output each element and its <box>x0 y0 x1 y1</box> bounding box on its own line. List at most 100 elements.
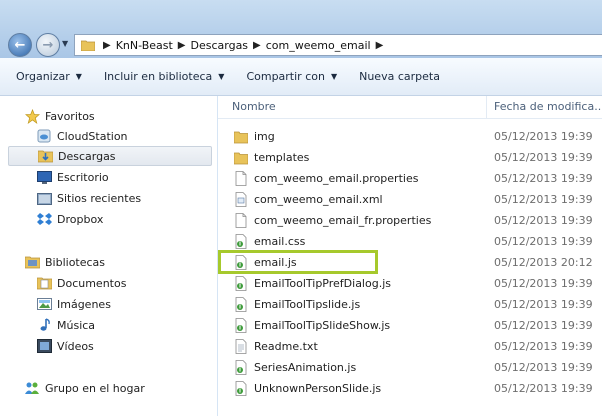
breadcrumb-descargas[interactable]: Descargas <box>191 39 249 52</box>
new-folder-label: Nueva carpeta <box>359 70 440 83</box>
file-name: com_weemo_email_fr.properties <box>254 214 432 227</box>
file-name: UnknownPersonSlide.js <box>254 382 382 395</box>
file-name: com_weemo_email.xml <box>254 193 383 206</box>
file-row[interactable]: Readme.txt 05/12/2013 19:39 <box>218 336 602 357</box>
file-date: 05/12/2013 19:39 <box>494 277 593 290</box>
nav-libraries[interactable]: Bibliotecas <box>24 252 105 272</box>
breadcrumb-separator[interactable]: ▶ <box>371 40 389 51</box>
nav-desktop-label: Escritorio <box>57 170 109 184</box>
cloud-icon <box>36 128 52 144</box>
organize-label: Organizar <box>16 70 70 83</box>
back-arrow-icon: ← <box>14 37 26 53</box>
nav-recent-places[interactable]: Sitios recientes <box>36 188 141 208</box>
libraries-icon <box>24 254 40 270</box>
file-name: Readme.txt <box>254 340 318 353</box>
chevron-down-icon: ▼ <box>75 72 82 81</box>
nav-homegroup-label: Grupo en el hogar <box>45 381 145 395</box>
file-row[interactable]: EmailToolTipslide.js 05/12/2013 19:39 <box>218 294 602 315</box>
file-name: templates <box>254 151 310 164</box>
script-file-icon <box>234 297 248 312</box>
file-date: 05/12/2013 19:39 <box>494 130 593 143</box>
nav-recent-places-label: Sitios recientes <box>57 191 142 205</box>
script-file-icon <box>234 234 248 249</box>
nav-music[interactable]: Música <box>36 315 95 335</box>
dropbox-icon <box>36 211 52 227</box>
images-icon <box>36 296 52 312</box>
breadcrumb-knn-beast[interactable]: KnN-Beast <box>116 39 173 52</box>
column-header-name[interactable]: Nombre <box>232 100 276 113</box>
nav-videos[interactable]: Vídeos <box>36 336 94 356</box>
command-bar: Organizar ▼ Incluir en biblioteca ▼ Comp… <box>0 58 602 96</box>
breadcrumb-separator[interactable]: ▶ <box>98 40 116 51</box>
xml-file-icon <box>234 192 248 207</box>
folder-icon <box>233 150 249 165</box>
nav-homegroup[interactable]: Grupo en el hogar <box>24 378 145 398</box>
include-in-library-button[interactable]: Incluir en biblioteca ▼ <box>96 65 233 89</box>
breadcrumb-separator[interactable]: ▶ <box>173 40 191 51</box>
downloads-folder-icon <box>37 148 53 164</box>
new-folder-button[interactable]: Nueva carpeta <box>351 65 448 89</box>
file-date: 05/12/2013 19:39 <box>494 172 593 185</box>
column-headers: Nombre Fecha de modifica... <box>218 96 602 119</box>
file-date: 05/12/2013 19:39 <box>494 382 593 395</box>
nav-libraries-label: Bibliotecas <box>45 255 106 269</box>
file-row[interactable]: UnknownPersonSlide.js 05/12/2013 19:39 <box>218 378 602 399</box>
title-bar: ← → ▼ ▶ KnN-Beast ▶ Descargas ▶ com_weem… <box>0 0 602 58</box>
video-film-icon <box>36 338 52 354</box>
nav-images-label: Imágenes <box>57 297 111 311</box>
share-with-button[interactable]: Compartir con ▼ <box>238 65 345 89</box>
nav-cloudstation[interactable]: CloudStation <box>36 126 128 146</box>
nav-images[interactable]: Imágenes <box>36 294 111 314</box>
script-file-icon <box>234 318 248 333</box>
breadcrumb-com-weemo-email[interactable]: com_weemo_email <box>266 39 371 52</box>
file-row[interactable]: com_weemo_email_fr.properties 05/12/2013 … <box>218 210 602 231</box>
music-note-icon <box>36 317 52 333</box>
forward-button[interactable]: → <box>36 33 60 57</box>
breadcrumb-separator[interactable]: ▶ <box>248 40 266 51</box>
file-date: 05/12/2013 19:39 <box>494 214 593 227</box>
nav-documents-label: Documentos <box>57 276 127 290</box>
file-row[interactable]: templates 05/12/2013 19:39 <box>218 147 602 168</box>
file-name: email.css <box>254 235 306 248</box>
file-row[interactable]: img 05/12/2013 19:39 <box>218 126 602 147</box>
column-header-date[interactable]: Fecha de modifica... <box>494 100 602 113</box>
nav-videos-label: Vídeos <box>57 339 94 353</box>
file-row[interactable]: SeriesAnimation.js 05/12/2013 19:39 <box>218 357 602 378</box>
file-name: img <box>254 130 275 143</box>
file-name: EmailToolTipPrefDialog.js <box>254 277 391 290</box>
file-date: 05/12/2013 19:39 <box>494 298 593 311</box>
file-date: 05/12/2013 19:39 <box>494 340 593 353</box>
file-name: EmailToolTipSlideShow.js <box>254 319 391 332</box>
text-file-icon <box>234 339 248 354</box>
homegroup-icon <box>24 380 40 396</box>
nav-desktop[interactable]: Escritorio <box>36 167 109 187</box>
column-divider[interactable] <box>486 96 487 118</box>
chevron-down-icon: ▼ <box>218 72 225 81</box>
file-row[interactable]: com_weemo_email.properties 05/12/2013 19:… <box>218 168 602 189</box>
file-row[interactable]: com_weemo_email.xml 05/12/2013 19:39 <box>218 189 602 210</box>
nav-dropbox[interactable]: Dropbox <box>36 209 103 229</box>
file-list: Nombre Fecha de modifica... img 05/12/201… <box>218 96 602 416</box>
file-date: 05/12/2013 19:39 <box>494 319 593 332</box>
file-row[interactable]: EmailToolTipPrefDialog.js 05/12/2013 19:3… <box>218 273 602 294</box>
script-file-icon <box>234 360 248 375</box>
recent-locations-dropdown[interactable]: ▼ <box>62 39 68 48</box>
forward-arrow-icon: → <box>42 37 54 53</box>
nav-downloads-selected[interactable]: Descargas <box>8 146 212 166</box>
nav-favorites[interactable]: Favoritos <box>24 106 95 126</box>
file-row[interactable]: EmailToolTipSlideShow.js 05/12/2013 19:39 <box>218 315 602 336</box>
organize-button[interactable]: Organizar ▼ <box>8 65 90 89</box>
script-file-icon <box>234 381 248 396</box>
nav-documents[interactable]: Documentos <box>36 273 126 293</box>
chevron-down-icon: ▼ <box>330 72 338 81</box>
nav-favorites-label: Favoritos <box>45 109 95 123</box>
file-date: 05/12/2013 19:39 <box>494 151 593 164</box>
script-file-icon <box>234 276 248 291</box>
file-name: SeriesAnimation.js <box>254 361 357 374</box>
recent-places-icon <box>36 190 52 206</box>
file-row[interactable]: email.css 05/12/2013 19:39 <box>218 231 602 252</box>
nav-cloudstation-label: CloudStation <box>57 129 128 143</box>
address-bar[interactable]: ▶ KnN-Beast ▶ Descargas ▶ com_weemo_emai… <box>74 34 602 56</box>
back-button[interactable]: ← <box>8 33 32 57</box>
document-icon <box>234 171 248 186</box>
